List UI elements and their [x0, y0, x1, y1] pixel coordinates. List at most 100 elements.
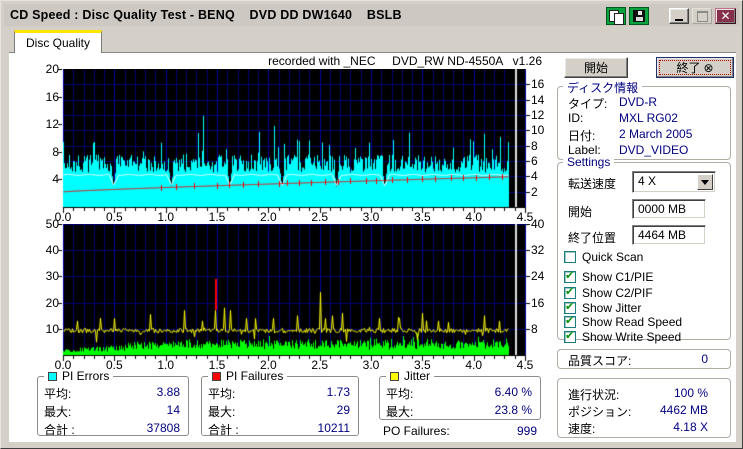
stat-label: 平均: — [386, 387, 414, 401]
pi-errors-chart — [57, 69, 531, 214]
axis-tick-label: 8 — [52, 144, 59, 159]
stat-value: 3.88 — [156, 385, 180, 399]
po-failures-value: 999 — [516, 424, 537, 438]
exit-button[interactable]: 終了 — [656, 57, 734, 78]
stat-label: 最大: — [208, 405, 236, 419]
close-icon: ✕ — [720, 9, 731, 23]
disc-id-value: MXL RG02 — [619, 111, 678, 125]
checkbox-quick-scan[interactable]: Quick Scan — [564, 250, 643, 264]
settings-legend: Settings — [563, 155, 615, 169]
axis-tick-label: 1.0 — [157, 210, 174, 224]
speed-now-value: 4.18 X — [673, 420, 708, 434]
stat-value: 1.73 — [326, 385, 350, 399]
axis-tick-label: 4 — [52, 172, 59, 187]
axis-tick-label: 30 — [45, 269, 59, 284]
start-button[interactable]: 開始 — [564, 57, 628, 78]
checkbox-icon — [564, 269, 576, 283]
axis-tick-label: 2 — [531, 184, 538, 199]
stat-label: 平均: — [208, 387, 236, 401]
stat-value: 10211 — [317, 421, 350, 435]
tab-label: Disc Quality — [26, 36, 91, 50]
axis-tick-label: 8 — [531, 321, 538, 336]
axis-tick-label: 3.0 — [362, 358, 380, 372]
start-pos-input[interactable] — [632, 199, 706, 219]
end-pos-label: 終了位置 — [568, 231, 617, 245]
speed-now-label: 速度: — [568, 422, 596, 436]
jitter-legend-swatch — [390, 371, 399, 381]
axis-tick-label: 10 — [531, 123, 545, 138]
axis-tick-label: 8 — [531, 138, 538, 153]
axis-tick-label: 2.5 — [311, 358, 328, 372]
minimize-button[interactable] — [669, 8, 689, 24]
stat-label: 最大: — [386, 405, 414, 419]
titlebar: CD Speed : Disc Quality Test - BENQ DVD … — [4, 4, 739, 26]
tab-disc-quality[interactable]: Disc Quality — [14, 30, 103, 53]
checkbox-show-write-speed[interactable]: Show Write Speed — [564, 329, 681, 344]
tab-page: recorded with _NEC DVD_RW ND-4550A v1.26… — [9, 52, 736, 442]
axis-tick-label: 4 — [531, 169, 538, 184]
minimize-icon — [675, 19, 683, 21]
axis-tick-label: 16 — [531, 295, 545, 310]
position-label: ポジション: — [568, 405, 632, 419]
jitter-stats: Jitter 平均: 6.40 % 最大: 23.8 % — [379, 369, 541, 420]
pi-failures-legend-swatch — [212, 371, 221, 381]
save-icon[interactable] — [629, 7, 649, 25]
axis-tick-label: 1.5 — [208, 210, 226, 224]
po-failures-row: PO Failures: 999 — [383, 424, 537, 438]
axis-tick-label: 14 — [531, 92, 545, 107]
pi-failures-stats: PI Failures 平均: 1.73 最大: 29 合計 : 10211 — [201, 369, 359, 437]
disc-date-label: 日付: — [568, 129, 596, 143]
axis-tick-label: 2.5 — [311, 210, 328, 224]
axis-tick-label: 20 — [45, 62, 59, 76]
speed-value: 4 X — [638, 174, 657, 188]
position-value: 4462 MB — [659, 403, 708, 417]
stat-value: 29 — [336, 403, 350, 417]
quality-score-label: 品質スコア: — [568, 354, 632, 368]
quality-score-value: 0 — [701, 352, 708, 366]
pi-errors-legend: PI Errors — [62, 369, 110, 383]
pi-failures-jitter-chart — [57, 224, 531, 362]
chevron-down-icon[interactable] — [697, 174, 713, 190]
stat-value: 6.40 % — [494, 385, 532, 399]
axis-tick-label: 4.0 — [465, 358, 482, 372]
app-window: CD Speed : Disc Quality Test - BENQ DVD … — [0, 0, 743, 449]
axis-tick-label: 24 — [531, 269, 545, 284]
axis-tick-label: 12 — [45, 117, 59, 132]
stat-label: 合計 : — [208, 423, 239, 437]
checkbox-show-jitter[interactable]: Show Jitter — [564, 300, 641, 315]
end-pos-input[interactable] — [632, 225, 706, 245]
speed-select[interactable]: 4 X — [632, 171, 716, 193]
axis-tick-label: 16 — [45, 89, 59, 104]
axis-tick-label: 0.5 — [105, 210, 123, 224]
checkbox-icon — [564, 251, 576, 263]
checkbox-show-read-speed[interactable]: Show Read Speed — [564, 314, 682, 329]
axis-tick-label: 16 — [531, 77, 545, 92]
disc-type-value: DVD-R — [619, 95, 657, 109]
stat-label: 平均: — [44, 387, 72, 401]
disc-info-group: ディスク情報 タイプ: DVD-R ID: MXL RG02 日付: 2 Mar… — [557, 79, 731, 160]
axis-tick-label: 40 — [45, 243, 59, 258]
axis-tick-label: 20 — [45, 295, 59, 310]
settings-group: Settings 転送速度 4 X 開始 終了位置 Quick Scan Sho… — [557, 155, 731, 344]
progress-value: 100 % — [673, 386, 708, 400]
disc-info-legend: ディスク情報 — [563, 79, 643, 96]
pi-errors-legend-swatch — [48, 371, 57, 381]
stat-label: 合計 : — [44, 423, 75, 437]
axis-tick-label: 4.0 — [465, 210, 482, 224]
po-failures-label: PO Failures: — [383, 424, 450, 438]
axis-tick-label: 3.5 — [413, 210, 431, 224]
checkbox-show-c1-pie[interactable]: Show C1/PIE — [564, 269, 653, 284]
checkbox-icon — [564, 300, 576, 314]
pi-failures-legend: PI Failures — [226, 369, 284, 383]
close-button[interactable]: ✕ — [715, 8, 736, 24]
copy-icon[interactable] — [606, 7, 626, 25]
stat-label: 最大: — [44, 405, 72, 419]
disc-label-value: DVD_VIDEO — [619, 143, 689, 157]
maximize-button[interactable] — [692, 8, 712, 24]
progress-label: 進行状況: — [568, 388, 620, 402]
axis-tick-label: 4.5 — [516, 358, 534, 372]
axis-tick-label: 40 — [531, 217, 545, 231]
chart-header: recorded with _NEC DVD_RW ND-4550A v1.26 — [268, 54, 542, 68]
checkbox-icon — [564, 314, 576, 328]
checkbox-show-c2-pif[interactable]: Show C2/PIF — [564, 285, 653, 300]
